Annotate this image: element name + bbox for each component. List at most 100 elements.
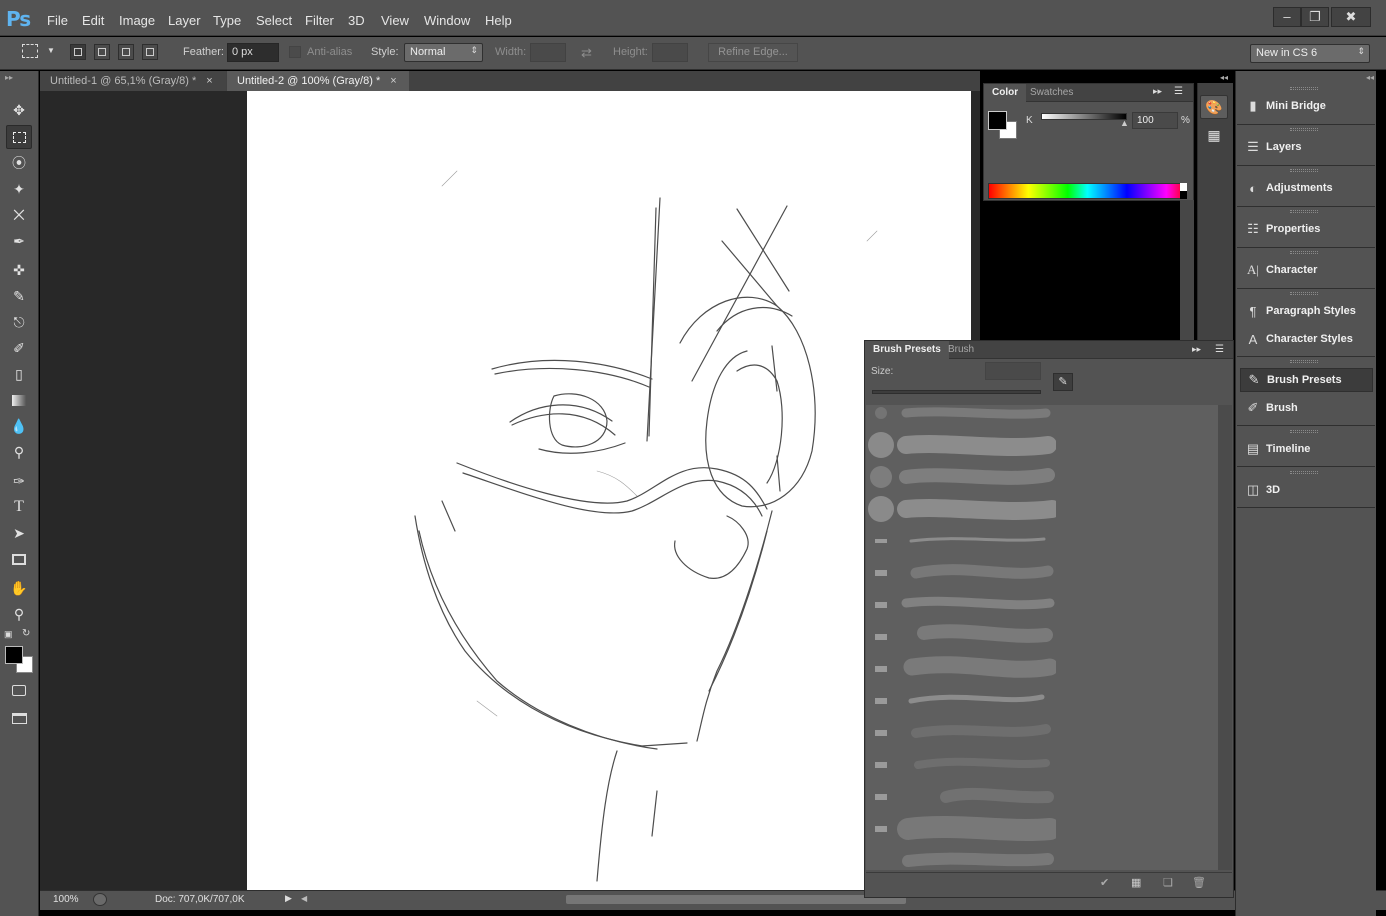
eraser-tool-icon[interactable]: ▯ <box>6 362 32 386</box>
tab-color[interactable]: Color <box>984 84 1027 102</box>
move-tool-icon[interactable]: ✥ <box>6 98 32 122</box>
path-select-tool-icon[interactable]: ➤ <box>6 521 32 545</box>
menu-edit[interactable]: Edit <box>82 13 104 28</box>
menu-image[interactable]: Image <box>119 13 155 28</box>
swatches-grid-icon[interactable]: ▦ <box>1200 123 1228 147</box>
dock-brush[interactable]: ✐ Brush <box>1240 397 1373 419</box>
dock-character[interactable]: A| Character <box>1240 259 1373 281</box>
crop-tool-icon[interactable]: ⨉ <box>6 203 32 227</box>
menu-help[interactable]: Help <box>485 13 512 28</box>
dock-grip[interactable] <box>1290 430 1318 433</box>
hand-tool-icon[interactable]: ✋ <box>6 576 32 600</box>
style-select[interactable]: Normal ⇕ <box>404 43 483 62</box>
k-slider-track[interactable] <box>1041 113 1127 120</box>
dock-layers[interactable]: ☰ Layers <box>1240 136 1373 158</box>
dock-grip[interactable] <box>1290 360 1318 363</box>
status-info-icon[interactable] <box>93 893 107 906</box>
menu-window[interactable]: Window <box>424 13 470 28</box>
zoom-tool-icon[interactable]: ⚲ <box>6 602 32 626</box>
brush-list-scrollbar[interactable] <box>1218 405 1232 870</box>
tab-untitled-1[interactable]: Untitled-1 @ 65,1% (Gray/8) * × <box>40 71 226 91</box>
foreground-color-swatch[interactable] <box>988 111 1007 130</box>
scroll-left-icon[interactable]: ◀ <box>301 894 307 903</box>
minimize-button[interactable]: – <box>1273 7 1301 27</box>
dock-grip[interactable] <box>1290 87 1318 90</box>
trash-icon[interactable]: 🗑 <box>1192 876 1206 889</box>
dock-grip[interactable] <box>1290 251 1318 254</box>
lasso-tool-icon[interactable]: ⦿ <box>6 151 32 175</box>
gradient-tool-icon[interactable] <box>6 388 32 412</box>
collapse-toolbox-icon[interactable]: ▸▸ <box>5 73 13 82</box>
rect-marquee-tool-icon[interactable] <box>6 125 32 149</box>
menu-3d[interactable]: 3D <box>348 13 365 28</box>
dock-grip[interactable] <box>1290 128 1318 131</box>
menu-filter[interactable]: Filter <box>305 13 334 28</box>
dock-grip[interactable] <box>1290 210 1318 213</box>
dock-grip[interactable] <box>1290 169 1318 172</box>
swap-colors-icon[interactable]: ↻ <box>22 628 30 639</box>
workspace-select[interactable]: New in CS 6 ⇕ <box>1250 44 1370 63</box>
add-selection-button[interactable] <box>94 44 110 60</box>
foreground-color-swatch[interactable] <box>5 646 23 664</box>
toggle-brush-panel-icon[interactable]: ✎ <box>1053 373 1073 391</box>
screen-mode-icon[interactable] <box>6 706 32 730</box>
k-value-input[interactable]: 100 <box>1132 112 1178 129</box>
close-icon[interactable]: × <box>206 75 212 87</box>
open-preset-manager-icon[interactable]: ▦ <box>1131 876 1141 889</box>
menu-file[interactable]: File <box>47 13 68 28</box>
feather-input[interactable]: 0 px <box>227 43 279 62</box>
restore-button[interactable]: ❐ <box>1301 7 1329 27</box>
clone-stamp-tool-icon[interactable]: ⎋ <box>6 310 32 334</box>
subtract-selection-button[interactable] <box>118 44 134 60</box>
refine-edge-button[interactable]: Refine Edge... <box>708 43 798 62</box>
spectrum-white-swatch[interactable] <box>1180 183 1187 191</box>
zoom-level[interactable]: 100% <box>53 894 79 905</box>
width-input[interactable] <box>530 43 566 62</box>
dock-properties[interactable]: ☷ Properties <box>1240 218 1373 240</box>
tab-untitled-2[interactable]: Untitled-2 @ 100% (Gray/8) * × <box>227 71 409 91</box>
dock-timeline[interactable]: ▤ Timeline <box>1240 438 1373 460</box>
dock-character-styles[interactable]: A Character Styles <box>1240 328 1373 350</box>
collapse-panel-icon[interactable]: ▸▸ <box>1192 344 1201 355</box>
marquee-preset-icon[interactable] <box>22 44 38 58</box>
dock-brush-presets[interactable]: ✎ Brush Presets <box>1240 368 1373 392</box>
menu-layer[interactable]: Layer <box>168 13 201 28</box>
size-slider[interactable] <box>872 390 1041 394</box>
default-colors-icon[interactable]: ▣ <box>4 629 13 640</box>
dock-paragraph-styles[interactable]: ¶ Paragraph Styles <box>1240 300 1373 322</box>
toggle-brush-presets-icon[interactable]: ✔ <box>1100 876 1109 889</box>
quick-select-tool-icon[interactable]: ✦ <box>6 177 32 201</box>
close-button[interactable]: ✖ <box>1331 7 1371 27</box>
dock-3d[interactable]: ◫ 3D <box>1240 479 1373 501</box>
chevron-down-icon[interactable]: ▼ <box>47 46 55 55</box>
new-preset-icon[interactable]: ❏ <box>1163 876 1173 889</box>
type-tool-icon[interactable]: T <box>6 495 32 519</box>
tab-brush-presets[interactable]: Brush Presets <box>865 341 949 359</box>
collapse-strip-icon[interactable]: ◂◂ <box>1220 73 1228 82</box>
blur-tool-icon[interactable]: 💧 <box>6 414 32 438</box>
close-icon[interactable]: × <box>390 75 396 87</box>
pen-tool-icon[interactable]: ✑ <box>6 469 32 493</box>
dock-grip[interactable] <box>1290 292 1318 295</box>
intersect-selection-button[interactable] <box>142 44 158 60</box>
dock-mini-bridge[interactable]: ▮ Mini Bridge <box>1240 95 1373 117</box>
status-menu-arrow-icon[interactable]: ▶ <box>285 893 292 904</box>
collapse-dock-icon[interactable]: ◂◂ <box>1366 73 1374 82</box>
height-input[interactable] <box>652 43 688 62</box>
menu-select[interactable]: Select <box>256 13 292 28</box>
size-input[interactable] <box>985 362 1041 380</box>
swap-dimensions-icon[interactable]: ⇄ <box>581 45 592 61</box>
brush-tool-icon[interactable]: ✎ <box>6 284 32 308</box>
anti-alias-checkbox[interactable] <box>289 46 301 58</box>
k-slider-handle[interactable]: ▲ <box>1120 118 1129 128</box>
spectrum-black-swatch[interactable] <box>1180 191 1187 199</box>
tab-brush[interactable]: Brush <box>940 341 982 359</box>
eyedropper-tool-icon[interactable]: ✒ <box>6 229 32 253</box>
history-brush-tool-icon[interactable]: ✐ <box>6 336 32 360</box>
new-selection-button[interactable] <box>70 44 86 60</box>
dodge-tool-icon[interactable]: ⚲ <box>6 440 32 464</box>
dock-adjustments[interactable]: ◐ Adjustments <box>1240 177 1373 199</box>
quick-mask-icon[interactable] <box>6 678 32 702</box>
color-palette-icon[interactable]: 🎨 <box>1200 95 1228 119</box>
tab-swatches[interactable]: Swatches <box>1022 84 1081 102</box>
